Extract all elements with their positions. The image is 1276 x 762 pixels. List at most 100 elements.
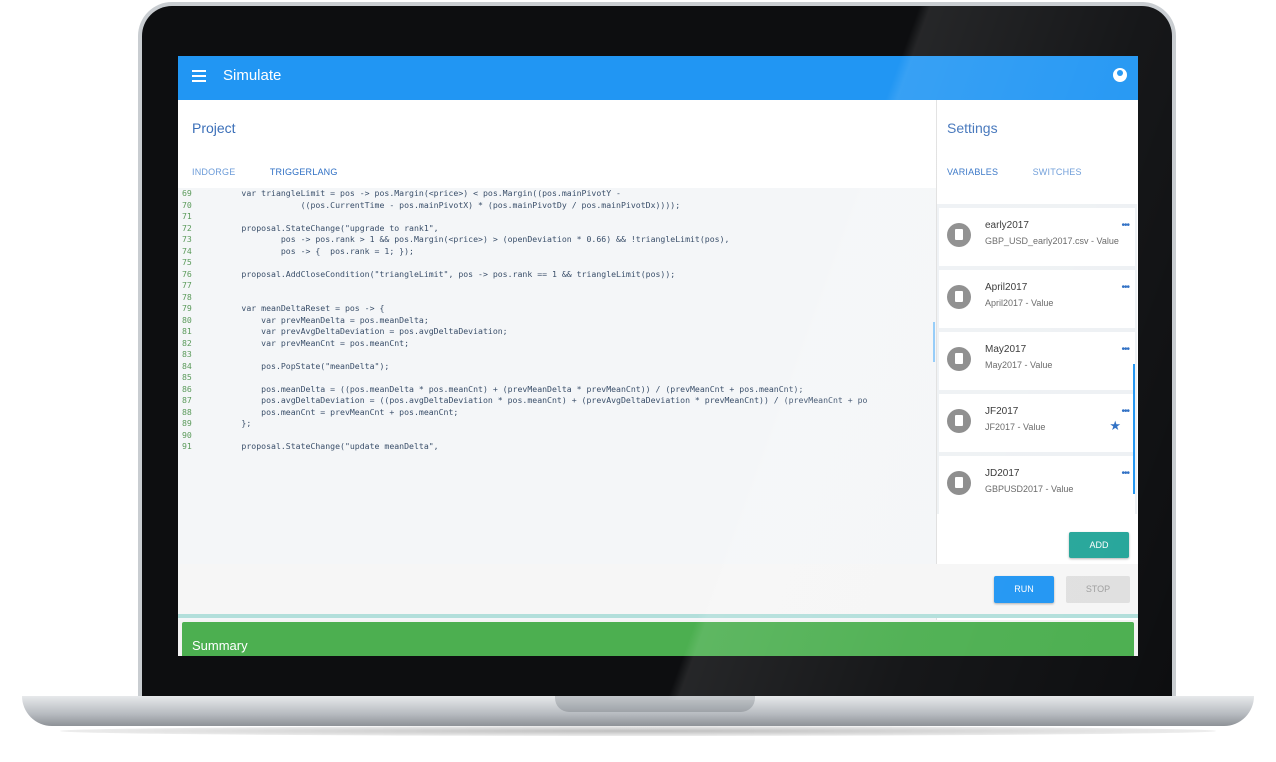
code-line: 74 pos -> { pos.rank = 1; });	[178, 246, 936, 258]
file-icon	[947, 471, 971, 495]
summary-panel[interactable]: Summary	[182, 622, 1134, 656]
more-horiz-icon[interactable]: •••	[1121, 220, 1129, 231]
code-text: pos -> { pos.rank = 1; });	[202, 245, 414, 256]
settings-panel: Settings VARIABLES SWITCHES early2017 GB…	[936, 100, 1138, 620]
code-text: };	[202, 418, 252, 428]
run-button[interactable]: RUN	[994, 576, 1054, 603]
variable-list-scrollbar[interactable]	[1133, 364, 1135, 494]
variable-value: JF2017 - Value	[985, 422, 1046, 432]
line-number: 73	[182, 234, 192, 244]
menu-icon[interactable]	[192, 70, 206, 82]
line-number: 81	[182, 326, 192, 336]
list-item[interactable]: May2017 May2017 - Value •••	[939, 332, 1135, 390]
code-text: pos.avgDeltaDeviation = ((pos.avgDeltaDe…	[202, 395, 868, 405]
code-line: 79 var meanDeltaReset = pos -> {	[178, 303, 936, 315]
code-text: proposal.StateChange("upgrade to rank1",	[202, 222, 439, 233]
line-number: 79	[182, 303, 192, 313]
code-line: 91 proposal.StateChange("update meanDelt…	[178, 441, 936, 453]
file-icon	[947, 223, 971, 247]
code-vertical-scrollbar[interactable]	[933, 322, 935, 362]
project-tabs: INDORGE TRIGGERLANG	[192, 162, 368, 184]
code-line: 78	[178, 292, 936, 304]
tab-indorge[interactable]: INDORGE	[192, 167, 235, 183]
code-line: 86 pos.meanDelta = ((pos.meanDelta * pos…	[178, 384, 936, 396]
settings-title: Settings	[947, 120, 998, 136]
more-horiz-icon[interactable]: •••	[1121, 344, 1129, 355]
laptop-notch	[555, 696, 755, 712]
list-item[interactable]: April2017 April2017 - Value •••	[939, 270, 1135, 328]
variable-value: May2017 - Value	[985, 360, 1053, 370]
code-line: 87 pos.avgDeltaDeviation = ((pos.avgDelt…	[178, 395, 936, 407]
code-line: 72 proposal.StateChange("upgrade to rank…	[178, 223, 936, 235]
variable-name: April2017	[985, 282, 1028, 293]
code-line: 73 pos -> pos.rank > 1 && pos.Margin(<pr…	[178, 234, 936, 246]
tab-triggerlang[interactable]: TRIGGERLANG	[270, 167, 338, 183]
code-text: pos.meanDelta = ((pos.meanDelta * pos.me…	[202, 383, 804, 394]
laptop-shadow	[60, 726, 1216, 736]
line-number: 89	[182, 418, 192, 428]
list-item[interactable]: early2017 GBP_USD_early2017.csv - Value …	[939, 208, 1135, 266]
more-horiz-icon[interactable]: •••	[1121, 468, 1129, 479]
line-number: 71	[182, 211, 192, 221]
list-item[interactable]: JD2017 GBPUSD2017 - Value •••	[939, 456, 1135, 514]
file-icon	[947, 285, 971, 309]
line-number: 76	[182, 268, 192, 279]
code-text: pos -> pos.rank > 1 && pos.Margin(<price…	[202, 234, 730, 244]
variable-list: early2017 GBP_USD_early2017.csv - Value …	[937, 204, 1137, 514]
line-number: 72	[182, 222, 192, 233]
account-circle-icon[interactable]	[1113, 68, 1127, 82]
app-title: Simulate	[223, 67, 282, 84]
project-title: Project	[192, 120, 236, 136]
code-text: var prevMeanCnt = pos.meanCnt;	[202, 337, 410, 348]
variable-name: JD2017	[985, 468, 1020, 479]
code-line: 70 ((pos.CurrentTime - pos.mainPivotX) *…	[178, 200, 936, 212]
code-line: 83	[178, 349, 936, 361]
code-line: 89 };	[178, 418, 936, 430]
line-number: 90	[182, 429, 192, 440]
variable-name: early2017	[985, 220, 1029, 231]
code-editor[interactable]: 69 var triangleLimit = pos -> pos.Margin…	[178, 188, 936, 620]
file-icon	[947, 347, 971, 371]
more-horiz-icon[interactable]: •••	[1121, 282, 1129, 293]
code-text: var meanDeltaReset = pos -> {	[202, 303, 385, 313]
line-number: 87	[182, 395, 192, 405]
variable-value: April2017 - Value	[985, 298, 1054, 308]
code-line: 81 var prevAvgDeltaDeviation = pos.avgDe…	[178, 326, 936, 338]
star-icon[interactable]: ★	[1109, 418, 1121, 434]
line-number: 88	[182, 406, 192, 417]
line-number: 85	[182, 372, 192, 382]
code-line: 71	[178, 211, 936, 223]
tab-switches[interactable]: SWITCHES	[1033, 167, 1082, 183]
run-controls: RUN STOP	[178, 564, 1138, 614]
line-number: 74	[182, 245, 192, 256]
line-number: 91	[182, 441, 192, 451]
more-horiz-icon[interactable]: •••	[1121, 406, 1129, 417]
code-line: 77	[178, 280, 936, 292]
code-line: 82 var prevMeanCnt = pos.meanCnt;	[178, 338, 936, 350]
list-item[interactable]: JF2017 JF2017 - Value ••• ★	[939, 394, 1135, 452]
stop-button[interactable]: STOP	[1066, 576, 1130, 603]
line-number: 80	[182, 314, 192, 325]
line-number: 84	[182, 360, 192, 371]
code-text: proposal.AddCloseCondition("triangleLimi…	[202, 268, 676, 279]
code-line: 88 pos.meanCnt = prevMeanCnt + pos.meanC…	[178, 407, 936, 419]
variable-value: GBP_USD_early2017.csv - Value	[985, 236, 1119, 246]
code-text: proposal.StateChange("update meanDelta",	[202, 441, 439, 451]
line-number: 77	[182, 280, 192, 290]
code-line: 75	[178, 257, 936, 269]
summary-title: Summary	[192, 638, 248, 653]
add-variable-button[interactable]: ADD	[1069, 532, 1129, 558]
code-line: 69 var triangleLimit = pos -> pos.Margin…	[178, 188, 936, 200]
line-number: 69	[182, 188, 192, 198]
app-screen: Simulate Project INDORGE TRIGGERLANG 69 …	[178, 56, 1138, 656]
app-bar: Simulate	[178, 56, 1138, 100]
divider	[178, 614, 1138, 618]
line-number: 70	[182, 199, 192, 210]
code-text: var triangleLimit = pos -> pos.Margin(<p…	[202, 188, 621, 198]
code-text: var prevAvgDeltaDeviation = pos.avgDelta…	[202, 326, 508, 336]
variable-value: GBPUSD2017 - Value	[985, 484, 1074, 494]
line-number: 75	[182, 257, 192, 267]
code-line: 85	[178, 372, 936, 384]
line-number: 82	[182, 337, 192, 348]
tab-variables[interactable]: VARIABLES	[947, 167, 998, 183]
